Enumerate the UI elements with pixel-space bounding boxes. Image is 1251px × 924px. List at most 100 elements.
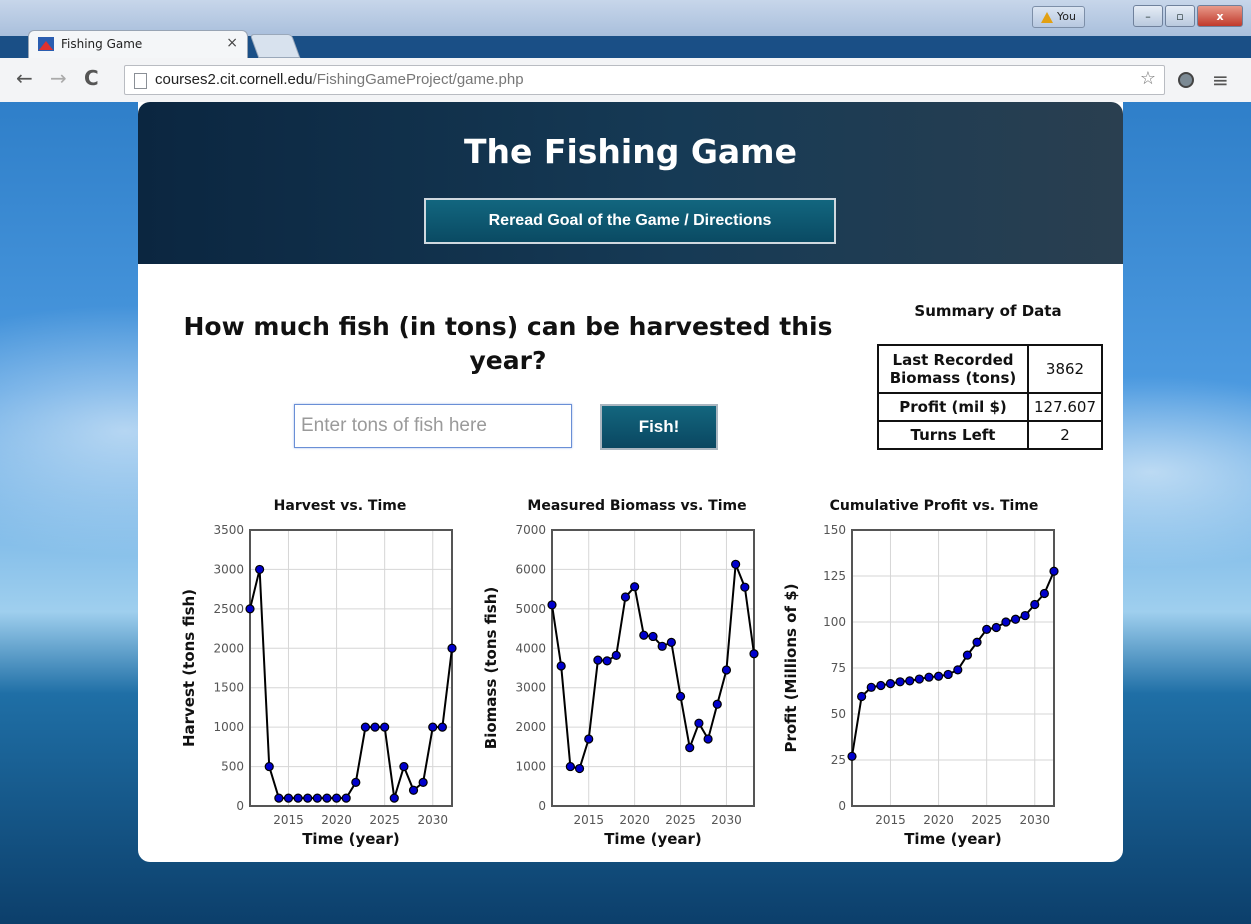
reload-icon[interactable]: C bbox=[84, 68, 99, 88]
data-point bbox=[847, 751, 857, 761]
y-axis-label: Harvest (tons fish) bbox=[180, 589, 198, 747]
page-icon bbox=[134, 73, 147, 89]
biomass-chart: 0 1000 2000 3000 4000 5000 6000 7000 2015 2020 202… bbox=[482, 523, 759, 848]
directions-button[interactable]: Reread Goal of the Game / Directions bbox=[424, 198, 836, 244]
url-text: courses2.cit.cornell.edu/FishingGameProj… bbox=[155, 71, 524, 88]
data-point bbox=[924, 672, 934, 682]
data-point bbox=[1030, 599, 1040, 610]
data-point bbox=[648, 631, 658, 642]
x-axis-label: Time (year) bbox=[604, 830, 702, 848]
data-point bbox=[749, 649, 759, 659]
data-point bbox=[914, 674, 924, 684]
game-panel: The Fishing Game Reread Goal of the Game… bbox=[138, 102, 1123, 862]
game-title: The Fishing Game bbox=[464, 132, 797, 171]
data-point bbox=[657, 641, 667, 651]
warning-icon bbox=[1041, 11, 1053, 23]
y-tick-label: 0 bbox=[538, 799, 546, 813]
summary-row: Last Recorded Biomass (tons) 3862 bbox=[877, 344, 1103, 394]
x-tick-label: 2030 bbox=[417, 813, 448, 827]
game-header: The Fishing Game Reread Goal of the Game… bbox=[138, 102, 1123, 264]
address-bar[interactable]: courses2.cit.cornell.edu/FishingGameProj… bbox=[124, 65, 1165, 95]
data-point bbox=[245, 604, 255, 614]
data-point bbox=[876, 680, 886, 691]
data-point bbox=[1010, 614, 1021, 624]
fish-button[interactable]: Fish! bbox=[600, 404, 718, 450]
data-point bbox=[312, 793, 322, 803]
minimize-button[interactable]: – bbox=[1133, 5, 1163, 27]
x-axis-label: Time (year) bbox=[904, 830, 1002, 848]
data-point bbox=[1020, 610, 1030, 621]
data-point bbox=[408, 785, 419, 795]
data-point bbox=[283, 793, 294, 803]
tab-title: Fishing Game bbox=[61, 37, 143, 51]
x-tick-label: 2025 bbox=[971, 813, 1002, 827]
url-host: courses2.cit.cornell.edu bbox=[155, 71, 313, 88]
x-tick-label: 2030 bbox=[1019, 813, 1050, 827]
fish-favicon-icon bbox=[38, 37, 54, 51]
y-tick-label: 1000 bbox=[213, 720, 244, 734]
y-tick-label: 2000 bbox=[515, 720, 546, 734]
data-point bbox=[972, 637, 982, 647]
y-tick-label: 75 bbox=[831, 661, 846, 675]
data-point bbox=[1039, 588, 1049, 599]
close-window-button[interactable]: x bbox=[1197, 5, 1243, 27]
data-point bbox=[866, 682, 876, 692]
x-tick-label: 2030 bbox=[711, 813, 742, 827]
data-point bbox=[274, 793, 284, 803]
summary-label: Last Recorded Biomass (tons) bbox=[877, 344, 1029, 394]
x-tick-label: 2025 bbox=[665, 813, 696, 827]
new-tab-button[interactable] bbox=[249, 34, 301, 58]
browser-toolbar: ← → C courses2.cit.cornell.edu/FishingGa… bbox=[0, 58, 1251, 103]
data-point bbox=[584, 734, 594, 744]
data-point bbox=[574, 763, 585, 774]
profit-chart: 0 25 50 75 100 125 150 2015 2020 2025 2030 Time (ye… bbox=[782, 523, 1059, 848]
x-tick-label: 2025 bbox=[369, 813, 400, 827]
data-point bbox=[982, 624, 992, 634]
data-point bbox=[602, 656, 612, 666]
harvest-tons-input[interactable] bbox=[294, 404, 572, 448]
browser-tab[interactable]: Fishing Game × bbox=[28, 30, 248, 58]
y-tick-label: 0 bbox=[838, 799, 846, 813]
y-axis-label: Profit (Millions of $) bbox=[782, 583, 800, 752]
y-tick-label: 2000 bbox=[213, 641, 244, 655]
data-point bbox=[666, 637, 676, 647]
data-point bbox=[556, 661, 566, 671]
window-controls: – ▫ x bbox=[1133, 5, 1243, 27]
y-tick-label: 125 bbox=[823, 569, 846, 583]
summary-value: 2 bbox=[1027, 420, 1103, 450]
summary-value: 3862 bbox=[1027, 344, 1103, 394]
url-path: /FishingGameProject/game.php bbox=[312, 71, 524, 88]
y-tick-label: 50 bbox=[831, 707, 846, 721]
data-point bbox=[293, 793, 303, 803]
data-point bbox=[943, 669, 953, 680]
star-icon[interactable]: ☆ bbox=[1140, 68, 1156, 89]
back-arrow-icon[interactable]: ← bbox=[16, 68, 33, 88]
y-axis-label: Biomass (tons fish) bbox=[482, 587, 500, 749]
y-tick-label: 3000 bbox=[515, 681, 546, 695]
data-point bbox=[370, 722, 380, 732]
maximize-button[interactable]: ▫ bbox=[1165, 5, 1195, 27]
data-point bbox=[703, 734, 713, 744]
data-point bbox=[991, 622, 1001, 633]
menu-icon[interactable]: ≡ bbox=[1212, 68, 1229, 92]
harvest-chart: 0 500 1000 1500 2000 2500 3000 3500 2015 2020 2025… bbox=[180, 523, 457, 848]
forward-arrow-icon[interactable]: → bbox=[50, 68, 67, 88]
y-tick-label: 150 bbox=[823, 523, 846, 537]
series-line bbox=[249, 569, 453, 800]
data-point bbox=[630, 582, 640, 592]
extension-icon[interactable] bbox=[1178, 72, 1194, 88]
summary-label: Profit (mil $) bbox=[877, 392, 1029, 422]
user-label: You bbox=[1057, 10, 1076, 23]
data-point bbox=[721, 665, 732, 675]
x-tick-label: 2015 bbox=[875, 813, 906, 827]
x-tick-label: 2020 bbox=[321, 813, 352, 827]
y-tick-label: 1500 bbox=[213, 681, 244, 695]
data-point bbox=[593, 655, 603, 665]
y-tick-label: 1000 bbox=[515, 760, 546, 774]
tab-close-icon[interactable]: × bbox=[226, 35, 238, 51]
data-point bbox=[447, 643, 457, 653]
summary-value: 127.607 bbox=[1027, 392, 1103, 422]
data-point bbox=[255, 564, 265, 575]
data-point bbox=[322, 793, 332, 803]
user-profile-button[interactable]: You bbox=[1032, 6, 1085, 28]
